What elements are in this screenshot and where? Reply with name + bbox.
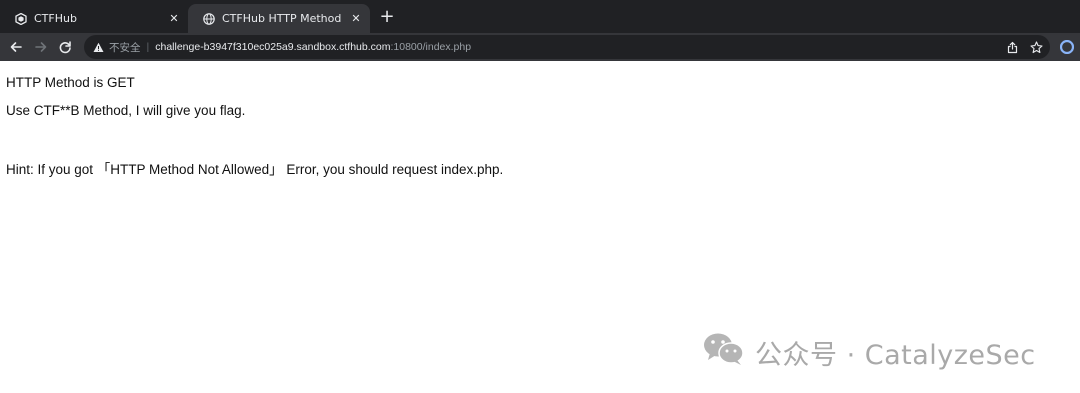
star-icon	[1029, 40, 1043, 53]
browser-toolbar: 不安全 | challenge-b3947f310ec025a9.sandbox…	[0, 33, 1080, 61]
tab-ctfhub-http-method[interactable]: CTFHub HTTP Method ✕	[188, 4, 370, 33]
bookmark-button[interactable]	[1028, 39, 1044, 55]
close-tab-icon[interactable]: ✕	[348, 11, 364, 27]
url-path: :10800/index.php	[390, 41, 472, 53]
tab-label: CTFHub HTTP Method	[222, 12, 342, 25]
wechat-icon	[703, 332, 745, 373]
method-status-text: HTTP Method is GET	[6, 75, 135, 90]
profile-avatar[interactable]	[1059, 39, 1075, 55]
browser-tabstrip: CTFHub ✕ CTFHub HTTP Method ✕ +	[0, 0, 1080, 33]
share-button[interactable]	[1004, 39, 1020, 55]
new-tab-button[interactable]: +	[378, 8, 396, 26]
back-button[interactable]	[8, 39, 24, 55]
watermark-text: 公众号 · CatalyzeSec	[755, 340, 1036, 371]
url-host: challenge-b3947f310ec025a9.sandbox.ctfhu…	[155, 41, 391, 53]
reload-icon	[59, 41, 71, 54]
close-tab-icon[interactable]: ✕	[166, 11, 182, 27]
instruction-text: Use CTF**B Method, I will give you flag.	[6, 103, 246, 118]
arrow-left-icon	[10, 42, 22, 52]
address-bar[interactable]: 不安全 | challenge-b3947f310ec025a9.sandbox…	[84, 35, 1050, 59]
not-secure-label[interactable]: 不安全	[109, 40, 141, 55]
watermark: 公众号 · CatalyzeSec	[703, 332, 1036, 373]
globe-icon	[203, 12, 215, 25]
tab-ctfhub[interactable]: CTFHub ✕	[0, 4, 188, 33]
share-icon	[1007, 41, 1017, 53]
arrow-right-icon	[35, 42, 47, 52]
address-separator: |	[146, 41, 150, 53]
forward-button[interactable]	[33, 39, 49, 55]
hint-text: Hint: If you got 「HTTP Method Not Allowe…	[6, 162, 504, 177]
ctfhub-logo-icon	[15, 12, 27, 25]
warning-icon[interactable]	[92, 41, 104, 53]
reload-button[interactable]	[57, 39, 73, 55]
tab-label: CTFHub	[34, 12, 77, 25]
